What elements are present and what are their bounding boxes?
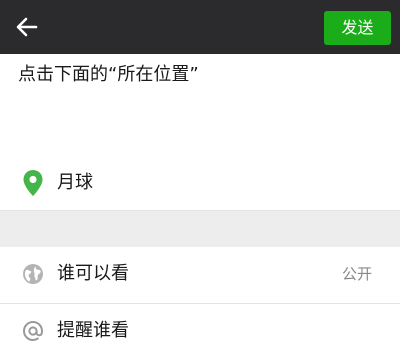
top-bar: 发送 (0, 0, 400, 54)
arrow-left-icon (16, 17, 38, 37)
visibility-row[interactable]: 谁可以看 公开 (0, 247, 400, 303)
visibility-value: 公开 (341, 265, 372, 283)
compose-text[interactable]: 点击下面的“所在位置” (18, 63, 199, 87)
map-pin-icon (23, 170, 43, 196)
globe-icon (23, 264, 43, 284)
location-row[interactable]: 月球 (0, 158, 400, 208)
mention-row[interactable]: 提醒谁看 (0, 304, 400, 360)
mention-label: 提醒谁看 (57, 320, 129, 341)
back-button[interactable] (12, 12, 42, 42)
section-gap (0, 211, 400, 247)
send-button[interactable]: 发送 (324, 11, 391, 45)
location-label: 月球 (57, 172, 93, 193)
at-sign-icon (22, 320, 44, 342)
visibility-label: 谁可以看 (57, 263, 129, 284)
